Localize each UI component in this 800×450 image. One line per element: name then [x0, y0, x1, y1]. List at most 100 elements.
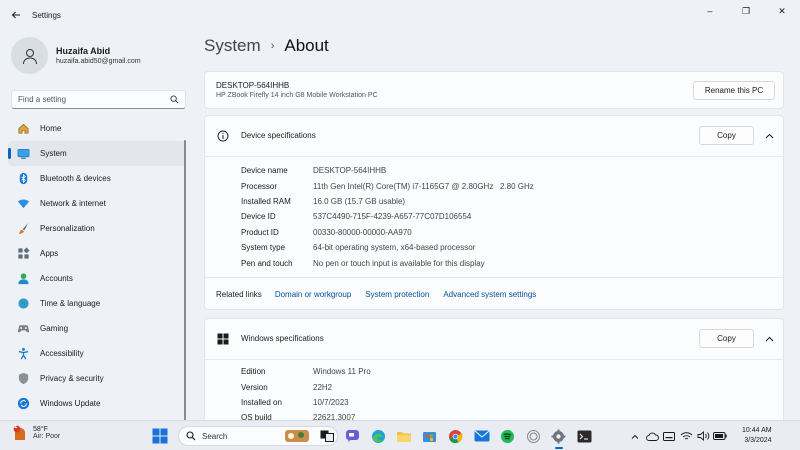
taskbar-spotify[interactable]: [496, 426, 518, 446]
sidebar-item-accessibility[interactable]: Accessibility: [8, 341, 185, 366]
sidebar-item-label: Personalization: [40, 224, 95, 233]
maximize-button[interactable]: ❐: [728, 0, 764, 22]
folder-icon: [397, 431, 412, 442]
taskbar-app-rings[interactable]: [522, 426, 544, 446]
related-links-label: Related links: [216, 290, 262, 299]
globe-icon: [16, 297, 30, 311]
sidebar-item-label: System: [40, 149, 67, 158]
section-title: Device specifications: [241, 131, 316, 140]
spec-row: Device name DESKTOP-564IHHB: [241, 163, 534, 178]
app-title: Settings: [32, 10, 61, 20]
user-profile[interactable]: Huzaifa Abid huzaifa.abid50@gmail.com: [11, 37, 141, 74]
apps-icon: [16, 247, 30, 261]
accounts-icon: [16, 272, 30, 286]
ime-icon[interactable]: [662, 429, 676, 443]
system-protection-link[interactable]: System protection: [365, 290, 429, 299]
back-arrow-icon: [11, 11, 20, 19]
related-links: Related links Domain or workgroup System…: [216, 290, 550, 299]
taskbar-chrome[interactable]: [445, 426, 467, 446]
rings-icon: [526, 429, 540, 443]
show-hidden-icons-chevron-up-icon[interactable]: [628, 429, 642, 443]
divider: [205, 359, 783, 360]
spec-key: Installed on: [241, 397, 282, 407]
settings-gear-icon: [551, 429, 566, 443]
windows-specifications-header[interactable]: Windows specifications Copy: [205, 319, 783, 359]
copy-device-specs-button[interactable]: Copy: [699, 126, 754, 145]
spec-key: Pen and touch: [241, 258, 293, 268]
copy-windows-specs-button[interactable]: Copy: [699, 329, 754, 348]
spec-row: Processor 11th Gen Intel(R) Core(TM) i7-1…: [241, 178, 534, 193]
info-icon: [216, 129, 230, 143]
taskbar-search[interactable]: Search: [178, 426, 338, 446]
domain-workgroup-link[interactable]: Domain or workgroup: [275, 290, 351, 299]
rename-pc-button[interactable]: Rename this PC: [693, 81, 775, 100]
cloud-icon[interactable]: [645, 429, 659, 443]
shield-icon: [16, 372, 30, 386]
update-icon: [16, 397, 30, 411]
taskbar-widget-art[interactable]: [282, 426, 312, 446]
section-title: Windows specifications: [241, 334, 324, 343]
breadcrumb-system[interactable]: System: [204, 36, 261, 56]
home-icon: [16, 122, 30, 136]
title-bar: Settings – ❐ ✕: [0, 0, 800, 30]
sidebar-item-privacy-security[interactable]: Privacy & security: [8, 366, 185, 391]
sidebar-item-apps[interactable]: Apps: [8, 241, 185, 266]
sidebar-item-label: Accessibility: [40, 349, 84, 358]
minimize-button[interactable]: –: [692, 0, 728, 22]
taskbar-chat[interactable]: [342, 426, 364, 446]
spec-key: Installed RAM: [241, 196, 291, 206]
clock[interactable]: 10:44 AM 3/3/2024: [742, 426, 772, 446]
taskbar: 1 58°F Air: Poor Search 10:44 AM 3/3/202…: [0, 420, 800, 450]
taskbar-store[interactable]: [419, 426, 441, 446]
spec-row: Pen and touch No pen or touch input is av…: [241, 255, 534, 270]
taskbar-mail[interactable]: [471, 426, 493, 446]
pc-name: DESKTOP-564IHHB: [216, 81, 290, 90]
weather-icon: 1: [12, 424, 28, 441]
search-input[interactable]: Find a setting: [11, 90, 186, 109]
taskbar-terminal[interactable]: [574, 426, 596, 446]
pc-model: HP ZBook Firefly 14 inch G8 Mobile Works…: [216, 92, 378, 99]
search-placeholder: Find a setting: [18, 95, 67, 104]
brush-icon: [16, 222, 30, 236]
sidebar-item-accounts[interactable]: Accounts: [8, 266, 185, 291]
chevron-up-icon[interactable]: [764, 131, 774, 141]
page-title: About: [284, 36, 329, 55]
taskbar-settings[interactable]: [548, 426, 570, 449]
sidebar-item-gaming[interactable]: Gaming: [8, 316, 185, 341]
spec-value: 22H2: [313, 382, 333, 392]
taskbar-file-explorer[interactable]: [393, 426, 415, 446]
sidebar-item-personalization[interactable]: Personalization: [8, 216, 185, 241]
wifi-icon[interactable]: [679, 429, 693, 443]
profile-name: Huzaifa Abid: [56, 46, 111, 56]
mail-icon: [474, 430, 490, 442]
sidebar-item-label: Bluetooth & devices: [40, 174, 111, 183]
sidebar-item-home[interactable]: Home: [8, 116, 185, 141]
close-button[interactable]: ✕: [764, 0, 800, 22]
volume-icon[interactable]: [696, 429, 710, 443]
sidebar-scrollbar[interactable]: [184, 140, 186, 435]
spec-key: Processor: [241, 181, 278, 191]
taskbar-task-view[interactable]: [316, 426, 338, 446]
window-controls: – ❐ ✕: [692, 0, 800, 22]
sidebar-item-network[interactable]: Network & internet: [8, 191, 185, 216]
sidebar-item-time-language[interactable]: Time & language: [8, 291, 185, 316]
start-button[interactable]: [152, 428, 168, 449]
battery-icon[interactable]: [713, 429, 727, 443]
back-button[interactable]: [2, 1, 30, 29]
sidebar-item-windows-update[interactable]: Windows Update: [8, 391, 185, 416]
spec-key: Product ID: [241, 227, 279, 237]
spec-row: Product ID 00330-80000-00000-AA970: [241, 225, 534, 240]
device-specifications-header[interactable]: Device specifications Copy: [205, 116, 783, 156]
pc-name-card: DESKTOP-564IHHB HP ZBook Firefly 14 inch…: [204, 71, 784, 109]
taskbar-edge[interactable]: [367, 426, 389, 446]
chat-icon: [346, 430, 360, 442]
spec-key: System type: [241, 243, 286, 253]
advanced-system-settings-link[interactable]: Advanced system settings: [443, 290, 536, 299]
sidebar-item-system[interactable]: System: [8, 141, 185, 166]
sidebar-item-bluetooth[interactable]: Bluetooth & devices: [8, 166, 185, 191]
weather-badge: 1: [14, 424, 18, 430]
sidebar-item-label: Network & internet: [40, 199, 106, 208]
chevron-up-icon[interactable]: [764, 334, 774, 344]
spec-key: Edition: [241, 367, 266, 377]
weather-widget[interactable]: 1 58°F Air: Poor: [12, 424, 60, 441]
